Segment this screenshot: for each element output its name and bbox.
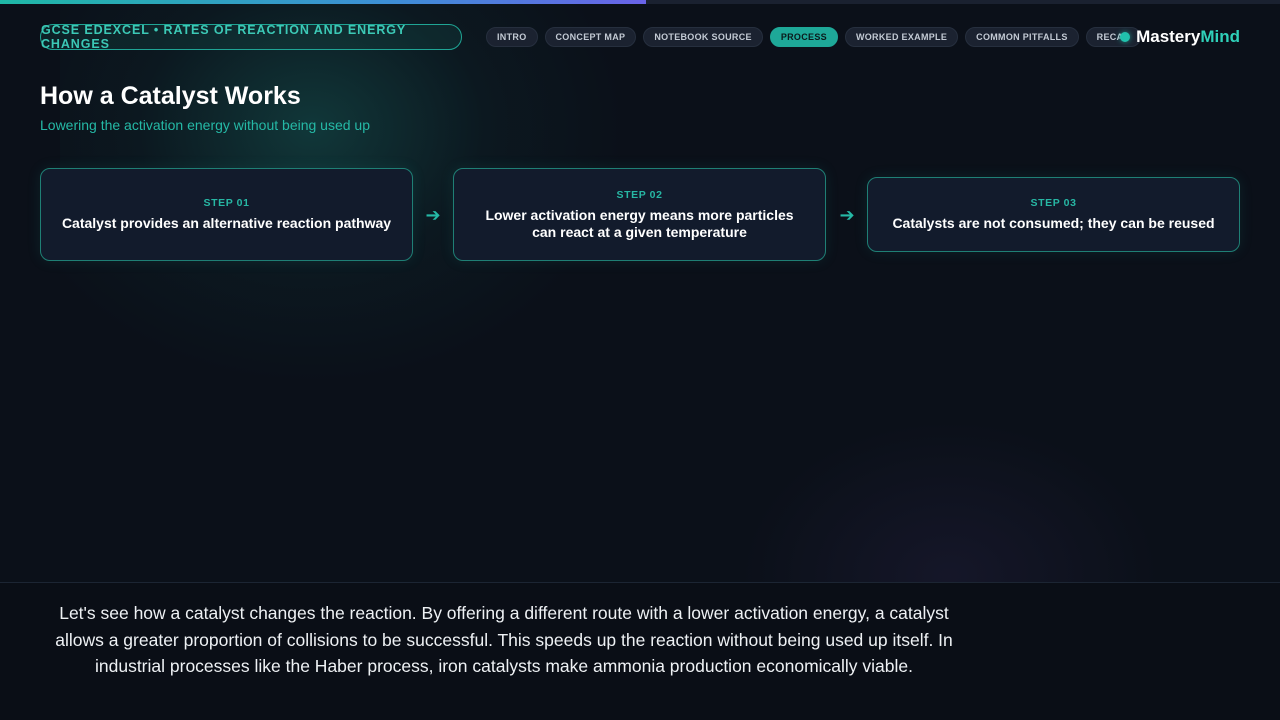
step-card-1: STEP 01 Catalyst provides an alternative… (40, 168, 413, 261)
brand-name-part2: Mind (1200, 27, 1240, 46)
step-text: Catalyst provides an alternative reactio… (61, 215, 392, 231)
arrow-right-icon: ➔ (839, 205, 855, 225)
tab-notebook-source[interactable]: NOTEBOOK SOURCE (643, 27, 763, 47)
step-number: STEP 02 (616, 188, 663, 201)
lesson-progress-bar (0, 0, 1280, 4)
section-nav: INTRO CONCEPT MAP NOTEBOOK SOURCE PROCES… (486, 27, 1141, 47)
top-bar: GCSE EDEXCEL • RATES OF REACTION AND ENE… (40, 23, 1240, 51)
page-subtitle: Lowering the activation energy without b… (40, 117, 370, 133)
tab-process[interactable]: PROCESS (769, 27, 838, 47)
tab-worked-example[interactable]: WORKED EXAMPLE (844, 27, 959, 47)
tab-concept-map[interactable]: CONCEPT MAP (544, 27, 637, 47)
step-card-2: STEP 02 Lower activation energy means mo… (453, 168, 826, 261)
tab-common-pitfalls[interactable]: COMMON PITFALLS (965, 27, 1079, 47)
brand-name-part1: Mastery (1136, 27, 1201, 46)
step-number: STEP 03 (1030, 197, 1077, 209)
tab-intro[interactable]: INTRO (486, 27, 538, 47)
caption-divider (0, 582, 1280, 583)
brand-logo: MasteryMind (1120, 26, 1240, 48)
step-number: STEP 01 (203, 197, 250, 209)
brand-dot-icon (1120, 32, 1131, 42)
lesson-progress-fill (0, 0, 647, 4)
narration-caption: Let's see how a catalyst changes the rea… (55, 603, 953, 676)
page-title: How a Catalyst Works (40, 82, 301, 110)
step-text: Catalysts are not consumed; they can be … (892, 215, 1215, 231)
step-card-3: STEP 03 Catalysts are not consumed; they… (867, 177, 1240, 252)
step-text: Lower activation energy means more parti… (485, 206, 794, 240)
arrow-right-icon: ➔ (425, 205, 441, 225)
course-label: GCSE EDEXCEL • RATES OF REACTION AND ENE… (40, 23, 462, 51)
